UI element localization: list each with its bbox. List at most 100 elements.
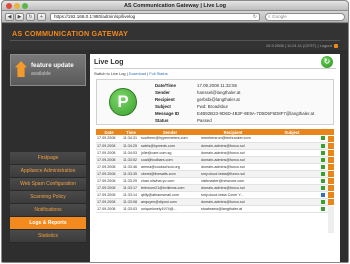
cell-status [318,177,328,185]
app-title: AS COMMUNICATION GATEWAY [12,29,129,38]
table-row[interactable]: 17.09.2008 11:34:31 southern@hypermeters.c… [96,135,328,143]
cell-subject [266,184,318,192]
switch-live-log-link[interactable]: Switch to Live Log | [94,71,128,76]
live-log-links: Switch to Live Log | Download | Full Sta… [94,71,168,76]
full-status-link[interactable]: Full Status [149,71,167,76]
add-bookmark-button[interactable]: + [37,13,46,21]
cell-date: 17.09.2008 [96,142,122,150]
search-icon: ⌕ [268,14,271,19]
cell-status [318,142,328,150]
cell-sender: jolie@care.com.sg [140,149,200,157]
row-details-button[interactable] [328,199,334,206]
sidebar-item-firstpage[interactable]: Firstpage [10,152,86,165]
detail-value-recipient: gerbsbi@langthaler.at [197,97,240,102]
cell-time: 11:33:29 [122,177,140,185]
cell-time: 11:34:25 [122,142,140,150]
status-indicator-icon [321,199,325,204]
status-indicator-icon [321,136,325,141]
table-row[interactable]: 17.09.2008 11:34:03 jolie@care.com.sg domai… [96,149,328,157]
refresh-icon[interactable]: ↻ [321,56,333,68]
cell-sender: swirls@kpmeds.com [140,142,200,150]
reload-icon[interactable]: ↻ [253,14,257,20]
cell-date: 17.09.2008 [96,177,122,185]
cell-date: 17.09.2008 [96,149,122,157]
cell-status [318,205,328,213]
row-details-button[interactable] [328,143,334,150]
header-meta[interactable]: 19.9.2008 | 11:01:11 (CEST) | Logout [266,43,338,48]
sidebar-item-appliance-administration[interactable]: Appliance Administration [10,165,86,178]
row-details-button[interactable] [328,164,334,171]
sidebar-item-web-spam-configuration[interactable]: Web Spam Configuration [10,178,86,191]
table-row[interactable]: 17.09.2008 11:34:25 swirls@kpmeds.com domai… [96,142,328,150]
cell-subject [266,142,318,150]
row-details-button[interactable] [328,185,334,192]
sidebar: feature update available Firstpage Appli… [10,54,86,262]
detail-value-sender: hanssel@langthaler.at [197,90,241,95]
detail-value-message-id: E4B92B23-9D6D-4B3F-9E9A-7D5D5F6D8F7@lang… [197,111,315,116]
sidebar-item-statistics[interactable]: Statistics [10,230,86,243]
cell-subject [266,135,318,143]
cell-date: 17.09.2008 [96,191,122,199]
detail-label-subject: Subject [155,104,171,109]
search-input[interactable]: ⌕ Google [265,13,345,21]
cell-sender: uniquelovely1974@... [140,205,200,213]
back-button[interactable]: ◀ [5,13,14,21]
row-details-button[interactable] [328,136,334,143]
download-link[interactable]: Download [129,71,146,76]
cell-recipient: membersrun@techranker.com [200,135,266,143]
cell-sender: chan.oliwhat.yo.com [140,177,200,185]
passed-status-icon: P [109,88,137,116]
cell-recipient: smy.cloud-testa@funco.sol [200,170,266,178]
cell-status [318,149,328,157]
cell-sender: amma@cookschool.org [140,163,200,171]
sidebar-item-notifications[interactable]: Notifications [10,204,86,217]
status-indicator-icon [321,164,325,169]
page-title: Live Log [94,57,124,66]
cell-status [318,170,328,178]
status-indicator-icon [321,150,325,155]
cell-time: 11:33:46 [122,163,140,171]
table-row[interactable]: 17.09.2008 11:33:29 chan.oliwhat.yo.com vis… [96,177,328,185]
table-row[interactable]: 17.09.2008 11:33:08 anquyen@dipnoi.com doma… [96,198,328,206]
content-panel: Live Log ↻ Switch to Live Log | Download… [90,54,340,262]
row-details-button[interactable] [328,157,334,164]
detail-label-sender: Sender [155,90,170,95]
reload-button[interactable]: ↻ [26,13,35,21]
cell-time: 11:33:03 [122,205,140,213]
logout-icon[interactable] [334,43,338,48]
sidebar-item-scanning-policy[interactable]: Scanning Policy [10,191,86,204]
cell-recipient: domain-admins@funco.sol [200,184,266,192]
row-action-column [328,129,334,233]
status-indicator-icon [321,178,325,183]
address-bar[interactable]: https://192.168.0.1:980/admin/sp/livelog… [50,13,260,21]
datetime-logout-text[interactable]: 19.9.2008 | 11:01:11 (CEST) | Logout [266,43,332,48]
cell-recipient: smy.cloud-testa Cover Y... [200,191,266,199]
row-details-button[interactable] [328,192,334,199]
cell-date: 17.09.2008 [96,184,122,192]
forward-button[interactable]: ▶ [15,13,24,21]
table-row[interactable]: 17.09.2008 11:33:14 qtilly@atiramsmall.com… [96,191,328,199]
header-divider [10,40,340,41]
status-indicator-icon [321,143,325,148]
table-row[interactable]: 17.09.2008 11:33:03 uniquelovely1974@... st… [96,205,328,213]
feature-update-title: feature update [31,62,74,69]
cell-status [318,191,328,199]
row-details-button[interactable] [328,171,334,178]
sidebar-menu: Firstpage Appliance Administration Web S… [10,152,86,243]
status-indicator-icon [321,192,325,197]
cell-recipient: domain-admins@funco.sol [200,142,266,150]
row-details-button[interactable] [328,150,334,157]
sidebar-item-logs-reports[interactable]: Logs & Reports [10,217,86,230]
table-row[interactable]: 17.09.2008 11:33:46 amma@cookschool.org dom… [96,163,328,171]
row-details-button[interactable] [328,129,334,136]
row-details-button[interactable] [328,178,334,185]
table-row[interactable]: 17.09.2008 11:33:35 vkerst@livesalts.com sm… [96,170,328,178]
feature-update-banner[interactable]: feature update available [10,54,86,86]
cell-subject [266,163,318,171]
title-divider [94,68,336,69]
cell-sender: qtilly@atiramsmall.com [140,191,200,199]
cell-subject [266,177,318,185]
table-row[interactable]: 17.09.2008 11:33:52 coal@toolbars.com domai… [96,156,328,164]
table-row[interactable]: 17.09.2008 11:33:17 telemom21@hvlkbms.com d… [96,184,328,192]
browser-window: AS Communication Gateway | Live Log ◀ ▶ … [1,0,349,263]
